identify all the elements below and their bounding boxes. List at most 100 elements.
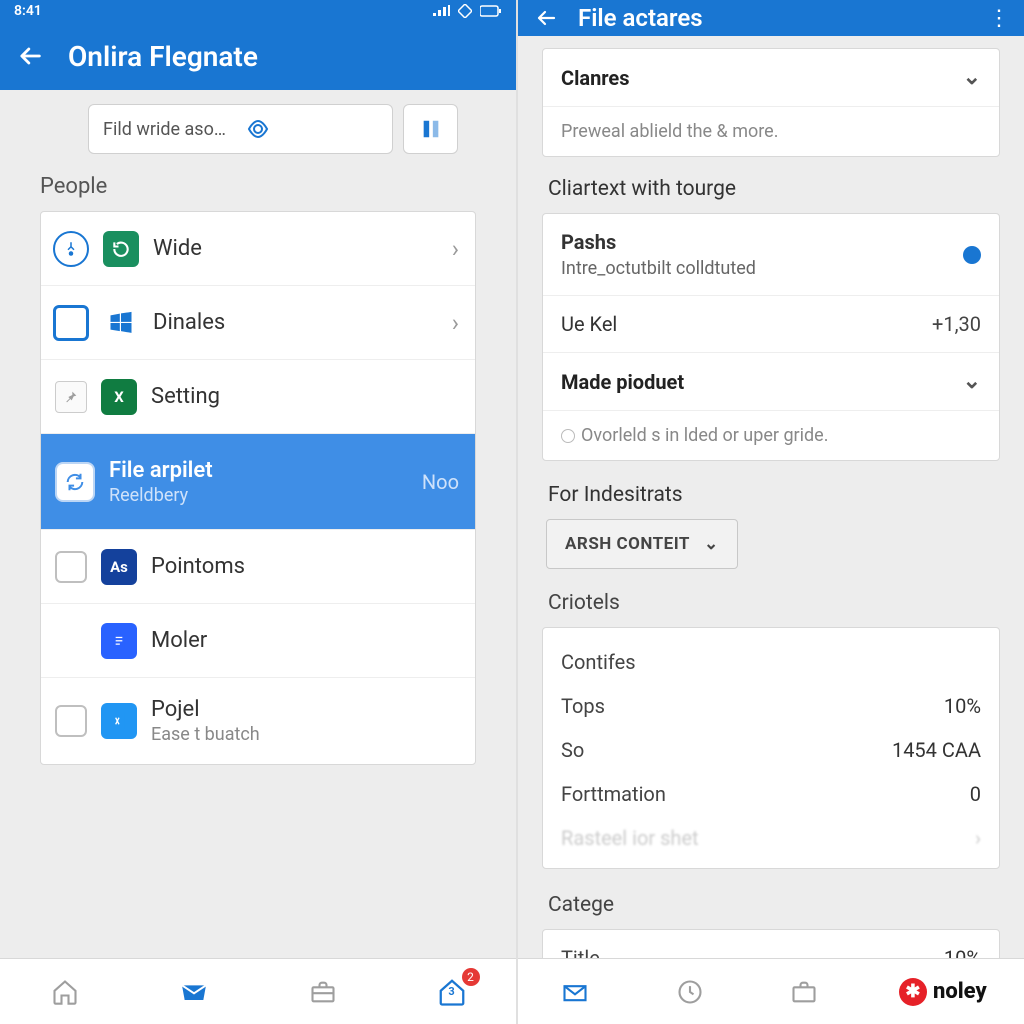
nav-home-badge[interactable]: 3 2 bbox=[432, 972, 472, 1012]
bottom-nav-left: 3 2 bbox=[0, 958, 516, 1024]
kv-key: Title bbox=[561, 946, 600, 958]
nav-mail[interactable] bbox=[555, 972, 595, 1012]
list-item[interactable]: Pojel Ease t buatch bbox=[41, 678, 475, 764]
row-key: Ue Kel bbox=[561, 312, 617, 336]
section-cliartext: Cliartext with tourge bbox=[542, 173, 1000, 213]
card-title: Clanres bbox=[561, 66, 630, 90]
row-sub: Intre_octutbilt colldtuted bbox=[561, 258, 756, 279]
timeline-marker-icon bbox=[53, 231, 89, 267]
list-item-label: Dinales bbox=[153, 310, 438, 335]
list-item-label: Pointoms bbox=[151, 554, 459, 579]
kv-value: 10% bbox=[944, 694, 981, 718]
row-value: +1,30 bbox=[932, 312, 981, 336]
list-item[interactable]: Moler bbox=[41, 604, 475, 678]
more-icon[interactable]: ⋮ bbox=[988, 6, 1008, 31]
dropdown-label: ARSH CONTEIT bbox=[565, 534, 690, 554]
sheet-icon bbox=[101, 703, 137, 739]
list-item-label: File arpilet bbox=[109, 458, 408, 483]
card-hint: Ovorleld s in lded or uper gride. bbox=[543, 411, 999, 460]
refresh-icon bbox=[103, 231, 139, 267]
kv-key: Forttmation bbox=[561, 782, 666, 806]
brand-icon: ✱ bbox=[899, 978, 927, 1006]
checkbox-icon[interactable] bbox=[55, 551, 87, 583]
dropdown-arsh[interactable]: ARSH CONTEIT ⌄ bbox=[546, 519, 738, 569]
status-diamond-icon bbox=[458, 4, 472, 18]
card-criotels: Contifes Tops 10% So 1454 CAA Forttmation 0… bbox=[542, 627, 1000, 869]
sync-icon bbox=[55, 462, 95, 502]
chevron-down-icon: ⌄ bbox=[963, 369, 981, 394]
radio-row[interactable]: Pashs Intre_octutbilt colldtuted bbox=[543, 214, 999, 296]
card-hint: Preweal ablield the & more. bbox=[543, 107, 999, 156]
doc-icon bbox=[101, 623, 137, 659]
battery-icon bbox=[480, 5, 502, 17]
list-item-badge: Noo bbox=[422, 470, 459, 494]
nav-clock[interactable] bbox=[670, 972, 710, 1012]
value-row[interactable]: Ue Kel +1,30 bbox=[543, 296, 999, 353]
row-title: Pashs bbox=[561, 230, 756, 254]
list-item-selected[interactable]: File arpilet Reeldbery Noo bbox=[41, 434, 475, 530]
kv-value: 0 bbox=[970, 782, 981, 806]
radio-selected-icon[interactable] bbox=[963, 246, 981, 264]
excel-icon: X bbox=[101, 379, 137, 415]
section-criotels: Criotels bbox=[542, 569, 1000, 627]
windows-icon bbox=[103, 305, 139, 341]
status-bar: 8:41 bbox=[0, 0, 516, 22]
eye-icon bbox=[246, 117, 379, 141]
left-pane: 8:41 Onlira Flegnate Fild wride ason con… bbox=[0, 0, 518, 1024]
checkbox-icon[interactable] bbox=[55, 705, 87, 737]
list-item-label: Moler bbox=[151, 628, 459, 653]
nav-home[interactable] bbox=[45, 972, 85, 1012]
chevron-right-icon: › bbox=[452, 235, 459, 263]
list-item-label: Pojel bbox=[151, 697, 459, 722]
app-bar-right: File actares ⋮ bbox=[518, 0, 1024, 36]
list-item[interactable]: Wide › bbox=[41, 212, 475, 286]
chevron-down-icon: ⌄ bbox=[704, 534, 719, 554]
expand-row[interactable]: Clanres ⌄ bbox=[543, 49, 999, 107]
nav-briefcase[interactable] bbox=[303, 972, 343, 1012]
row-title: Made pioduet bbox=[561, 370, 684, 394]
toggle-button[interactable] bbox=[403, 104, 458, 154]
section-people: People bbox=[0, 168, 516, 211]
criotels-heading: Contifes bbox=[561, 650, 636, 674]
card-clanres: Clanres ⌄ Preweal ablield the & more. bbox=[542, 48, 1000, 157]
back-arrow-icon[interactable] bbox=[534, 6, 558, 30]
chevron-down-icon: ⌄ bbox=[963, 65, 981, 90]
nav-briefcase[interactable] bbox=[784, 972, 824, 1012]
nav-inner-badge: 3 bbox=[448, 985, 454, 998]
info-icon bbox=[561, 429, 575, 443]
signal-icon bbox=[432, 5, 450, 17]
notification-badge: 2 bbox=[462, 968, 480, 986]
list-item[interactable]: As Pointoms bbox=[41, 530, 475, 604]
kv-value: 1454 CAA bbox=[892, 738, 981, 762]
list-item-label: Wide bbox=[153, 236, 438, 261]
app-bar-left: Onlira Flegnate bbox=[0, 22, 516, 90]
nav-inbox[interactable] bbox=[174, 972, 214, 1012]
list-item[interactable]: Dinales › bbox=[41, 286, 475, 360]
people-list: Wide › Dinales › X Setting File arpilet bbox=[40, 211, 476, 765]
brand-label: noley bbox=[933, 979, 987, 1004]
page-title: Onlira Flegnate bbox=[68, 40, 258, 73]
timeline-marker-icon bbox=[53, 305, 89, 341]
expand-row[interactable]: Made pioduet ⌄ bbox=[543, 353, 999, 411]
bottom-nav-right: ✱ noley bbox=[518, 958, 1024, 1024]
kv-key: Tops bbox=[561, 694, 605, 718]
kv-key: So bbox=[561, 738, 584, 762]
card-catege: Title10% Porfect6,325 AB bbox=[542, 929, 1000, 958]
pin-icon bbox=[55, 381, 87, 413]
page-title: File actares bbox=[578, 4, 703, 32]
section-indesitrats: For Indesitrats bbox=[542, 477, 1000, 519]
list-item-sub: Ease t buatch bbox=[151, 724, 459, 745]
list-item-label: Setting bbox=[151, 384, 459, 409]
status-time: 8:41 bbox=[14, 3, 42, 19]
brand-noley[interactable]: ✱ noley bbox=[899, 978, 987, 1006]
back-arrow-icon[interactable] bbox=[16, 42, 44, 70]
section-catege: Catege bbox=[542, 885, 1000, 929]
right-pane: File actares ⋮ Clanres ⌄ Preweal ablield… bbox=[518, 0, 1024, 1024]
list-item[interactable]: X Setting bbox=[41, 360, 475, 434]
search-row: Fild wride ason conneil.. bbox=[0, 90, 516, 168]
list-item-sub: Reeldbery bbox=[109, 485, 408, 506]
app-as-icon: As bbox=[101, 549, 137, 585]
search-input[interactable]: Fild wride ason conneil.. bbox=[88, 104, 393, 154]
chevron-right-icon: › bbox=[452, 309, 459, 337]
card-pashs: Pashs Intre_octutbilt colldtuted Ue Kel … bbox=[542, 213, 1000, 461]
